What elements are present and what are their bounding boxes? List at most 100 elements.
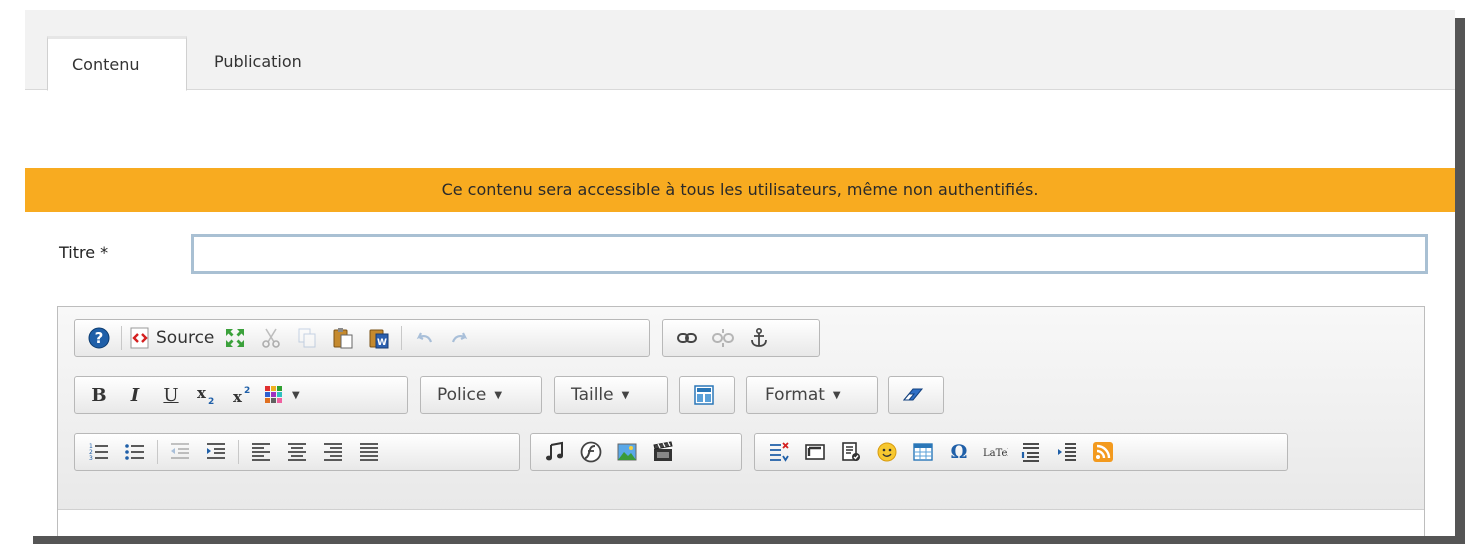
smiley-icon [876,441,898,463]
insert-list-button[interactable] [1052,437,1082,467]
paste-icon [332,327,354,349]
rss-button[interactable] [1088,437,1118,467]
content-form: Contenu Publication Ce contenu sera acce… [25,10,1455,536]
templates-icon [693,384,715,406]
maximize-button[interactable] [220,323,250,353]
iframe-button[interactable] [800,437,830,467]
unlink-button[interactable] [708,323,738,353]
templates-button[interactable] [689,380,719,410]
flash-button[interactable] [576,437,606,467]
video-button[interactable] [648,437,678,467]
toolbar-separator [157,440,158,464]
italic-button[interactable]: I [120,380,150,410]
blockquote-button[interactable] [1016,437,1046,467]
paste-button[interactable] [328,323,358,353]
format-combo[interactable]: Format ▼ [746,376,878,414]
chevron-down-icon: ▼ [292,389,300,401]
tab-publication[interactable]: Publication [190,36,340,91]
underline-button[interactable]: U [156,380,186,410]
italic-icon: I [130,384,140,406]
justify-icon [358,441,380,463]
indent-button[interactable] [201,437,231,467]
document-icon [840,441,862,463]
help-button[interactable]: ? [84,323,114,353]
maximize-icon [224,327,246,349]
bold-icon: B [91,384,107,406]
table-of-contents-button[interactable] [764,437,794,467]
title-label: Titre * [59,243,109,262]
paste-from-word-button[interactable]: W [364,323,394,353]
image-button[interactable] [612,437,642,467]
align-right-button[interactable] [318,437,348,467]
rich-text-editor: ? Source W B I U x 2 x 2 ▼ Police ▼ Tail… [57,306,1425,536]
bulleted-list-icon [124,441,146,463]
video-icon [652,441,674,463]
anchor-button[interactable] [744,323,774,353]
svg-text:?: ? [95,329,104,347]
table-of-contents-icon [768,441,790,463]
smiley-button[interactable] [872,437,902,467]
anchor-icon [748,327,770,349]
source-icon [129,327,151,349]
help-icon: ? [88,327,110,349]
source-button[interactable]: Source [129,323,214,353]
latex-button[interactable]: LaTeX [980,437,1010,467]
subscript-button[interactable]: x2 [192,380,222,410]
subscript-icon: x2 [195,384,219,406]
align-right-icon [322,441,344,463]
redo-button[interactable] [445,323,475,353]
insert-list-icon [1056,441,1078,463]
chevron-down-icon: ▼ [832,389,841,401]
outdent-button[interactable] [165,437,195,467]
toolbar-group-insert: Ω LaTeX [754,433,1288,471]
link-button[interactable] [672,323,702,353]
undo-icon [413,327,435,349]
indent-icon [205,441,227,463]
image-icon [616,441,638,463]
copy-button[interactable] [292,323,322,353]
remove-format-button[interactable] [898,380,928,410]
bulleted-list-button[interactable] [120,437,150,467]
cut-icon [260,327,282,349]
undo-button[interactable] [409,323,439,353]
bold-button[interactable]: B [84,380,114,410]
numbered-list-icon: 123 [88,441,110,463]
editor-content-area[interactable] [58,509,1424,536]
rss-icon [1092,441,1114,463]
table-icon [912,441,934,463]
tab-contenu[interactable]: Contenu [47,36,187,91]
svg-text:W: W [377,338,387,348]
superscript-button[interactable]: x2 [228,380,258,410]
align-left-button[interactable] [246,437,276,467]
superscript-icon: x2 [231,384,255,406]
table-button[interactable] [908,437,938,467]
text-color-button[interactable]: ▼ [264,380,300,410]
unlink-icon [712,327,734,349]
audio-button[interactable] [540,437,570,467]
source-label: Source [156,328,215,348]
underline-icon: U [163,384,179,406]
toolbar-group-cleanup [888,376,944,414]
document-button[interactable] [836,437,866,467]
font-combo[interactable]: Police ▼ [420,376,542,414]
align-center-button[interactable] [282,437,312,467]
flash-icon [580,441,602,463]
toolbar-separator [401,326,403,350]
title-input[interactable] [191,234,1428,274]
redo-icon [449,327,471,349]
toolbar-group-templates [679,376,735,414]
size-combo[interactable]: Taille ▼ [554,376,668,414]
justify-button[interactable] [354,437,384,467]
font-combo-label: Police [437,385,487,405]
numbered-list-button[interactable]: 123 [84,437,114,467]
special-char-button[interactable]: Ω [944,437,974,467]
cut-button[interactable] [256,323,286,353]
paste-from-word-icon: W [368,327,390,349]
frame-shadow-right [1455,18,1465,544]
toolbar-group-document: ? Source W [74,319,650,357]
toolbar-group-links [662,319,820,357]
toolbar-group-paragraph: 123 [74,433,520,471]
copy-icon [296,327,318,349]
svg-text:2: 2 [244,386,250,396]
chevron-down-icon: ▼ [621,389,630,401]
